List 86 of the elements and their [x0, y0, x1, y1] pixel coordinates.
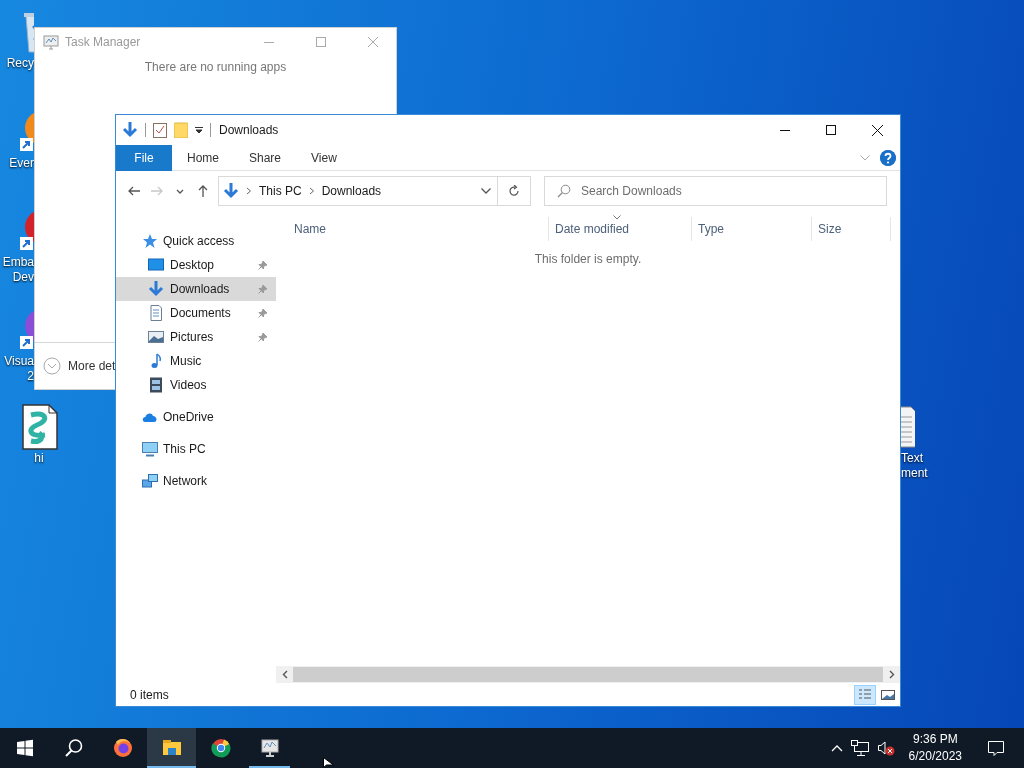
breadcrumb-link[interactable]: This PC: [259, 184, 302, 198]
search-icon: [557, 184, 571, 198]
nav-pane-item[interactable]: Pictures: [116, 325, 276, 349]
muted-speaker-icon[interactable]: [876, 740, 895, 756]
window-title: Downloads: [219, 123, 280, 137]
nav-pane-item[interactable]: Videos: [116, 373, 276, 397]
chevron-right-icon: [308, 187, 315, 195]
search-placeholder: Search Downloads: [581, 184, 682, 198]
desktop-icon-label: Emba: [2, 255, 34, 270]
computer-icon: [142, 441, 158, 457]
script-file-icon[interactable]: [19, 403, 59, 451]
desktop-icon-label: Ever: [9, 156, 34, 171]
film-icon: [148, 377, 164, 393]
breadcrumb-link[interactable]: Downloads: [321, 184, 382, 198]
notifications-icon[interactable]: [987, 739, 1005, 757]
desktop-icon-label: Recy: [6, 56, 34, 71]
clock[interactable]: 9:36 PM 6/20/2023: [908, 731, 962, 765]
item-count: 0 items: [130, 688, 169, 702]
chevron-down-icon[interactable]: [481, 188, 491, 194]
window-title: Task Manager: [65, 35, 142, 49]
large-icons-view-icon: [880, 687, 896, 703]
nav-pane-item[interactable]: OneDrive: [116, 405, 276, 429]
maximize-icon: [316, 37, 326, 47]
nav-pane-item[interactable]: Downloads: [116, 277, 276, 301]
refresh-icon: [508, 185, 520, 197]
file-explorer-button[interactable]: [147, 728, 196, 768]
horizontal-scrollbar[interactable]: [276, 666, 900, 683]
close-icon: [368, 37, 378, 47]
desktop-icon-label: hi: [34, 451, 44, 466]
star-icon: [142, 233, 158, 249]
running-indicator: [147, 766, 196, 768]
download-arrow-icon: [223, 183, 239, 199]
empty-folder-message: This folder is empty.: [534, 252, 642, 266]
desktop-icon-label: Visua: [4, 354, 34, 369]
search-field[interactable]: Search Downloads: [544, 176, 887, 206]
dropdown-caret-icon[interactable]: [195, 126, 203, 134]
help-icon[interactable]: [880, 149, 896, 166]
nav-pane-item[interactable]: Documents: [116, 301, 276, 325]
chevron-up-icon[interactable]: [830, 744, 843, 752]
ribbon-tab[interactable]: Home: [172, 144, 234, 171]
file-menu-button[interactable]: File: [116, 144, 172, 171]
scroll-right-icon[interactable]: [888, 670, 895, 679]
download-arrow-icon[interactable]: [122, 122, 138, 138]
nav-pane-item[interactable]: Network: [116, 469, 276, 493]
nav-pane-item[interactable]: This PC: [116, 437, 276, 461]
music-note-icon: [148, 353, 164, 369]
column-header[interactable]: Name: [288, 217, 549, 241]
desktop-icon-label: 2: [27, 369, 34, 384]
checklist-icon[interactable]: [153, 122, 167, 138]
address-bar[interactable]: This PC Downloads: [218, 176, 498, 206]
more-details-button[interactable]: More det: [43, 357, 116, 375]
mouse-pointer-icon: [323, 757, 334, 768]
sort-caret-icon: [613, 215, 621, 220]
monitor-chart-icon: [43, 34, 59, 50]
search-icon: [63, 738, 84, 758]
round-browser-icon: [210, 738, 231, 758]
folder-icon: [161, 738, 182, 758]
network-icon: [142, 473, 158, 489]
chevron-circle-icon: [43, 357, 61, 375]
windows-logo-icon: [14, 738, 35, 758]
running-indicator: [249, 766, 290, 768]
desktop-icon-label: ment: [901, 466, 928, 481]
chevron-right-icon: [246, 187, 252, 195]
nav-pane-item[interactable]: Desktop: [116, 253, 276, 277]
desktop-icon-label: Text: [901, 451, 923, 466]
column-header[interactable]: Size: [812, 217, 891, 241]
download-arrow-icon: [148, 281, 164, 297]
network-icon[interactable]: [850, 740, 869, 756]
nav-pane-item[interactable]: Music: [116, 349, 276, 373]
document-icon: [148, 305, 164, 321]
empty-message: There are no running apps: [144, 60, 287, 74]
ribbon-tab[interactable]: View: [296, 144, 352, 171]
desktop-icon: [148, 257, 164, 273]
column-header[interactable]: Type: [692, 217, 812, 241]
refresh-button[interactable]: [498, 176, 531, 206]
ribbon-tab[interactable]: Share: [234, 144, 297, 171]
close-icon: [871, 124, 883, 136]
column-header[interactable]: Date modified: [549, 217, 692, 241]
picture-icon: [148, 329, 164, 345]
desktop-icon-label: Dev: [12, 270, 34, 285]
nav-pane-item[interactable]: Quick access: [116, 229, 276, 253]
text-document-icon[interactable]: [901, 403, 915, 451]
scroll-left-icon[interactable]: [281, 670, 288, 679]
monitor-chart-icon: [259, 738, 280, 758]
fox-globe-icon: [112, 738, 133, 758]
maximize-icon: [826, 125, 836, 135]
